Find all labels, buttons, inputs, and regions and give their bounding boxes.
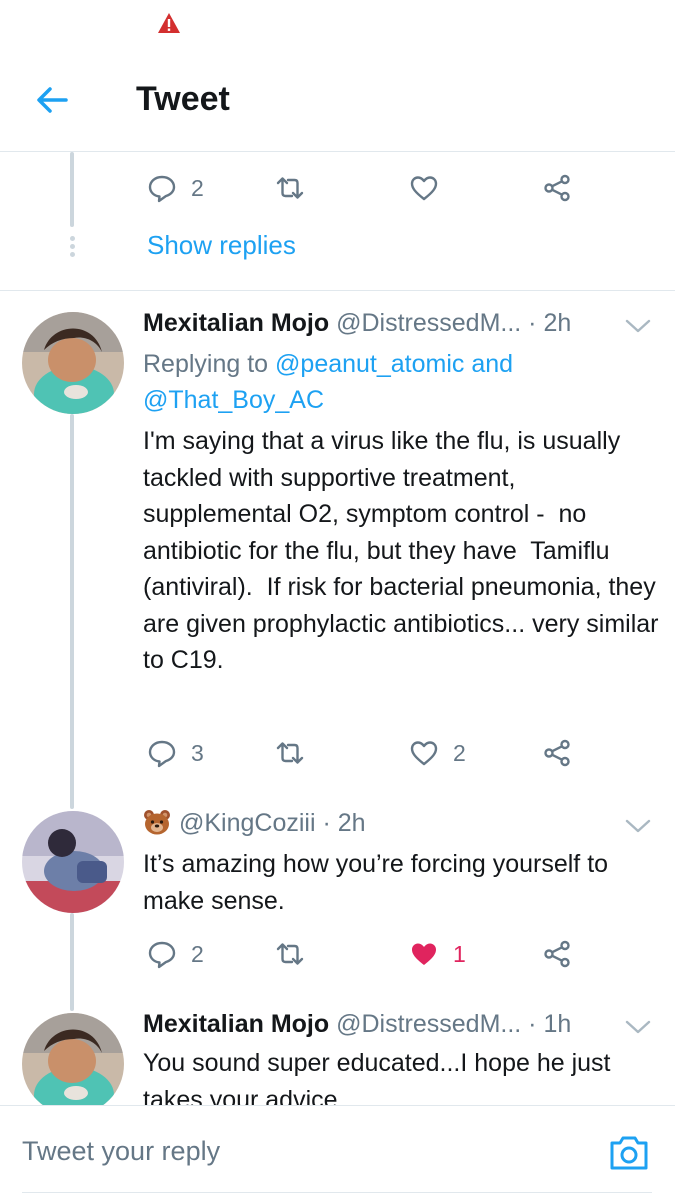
back-arrow-icon[interactable]: [32, 80, 72, 120]
like-count: 2: [453, 739, 466, 766]
timestamp: 2h: [543, 309, 572, 337]
tweet-header: Mexitalian Mojo @DistressedM... · 1h: [143, 1010, 571, 1039]
like-button[interactable]: [409, 168, 439, 208]
display-name[interactable]: Mexitalian Mojo: [143, 309, 329, 337]
reply-button[interactable]: 2: [147, 168, 204, 208]
tweet-header: @KingCoziii · 2h: [143, 809, 366, 838]
reply-icon: [148, 740, 176, 768]
share-icon: [544, 739, 570, 767]
share-button[interactable]: [542, 168, 572, 208]
share-button[interactable]: [542, 934, 572, 974]
chevron-down-icon[interactable]: [624, 1017, 652, 1037]
reply-composer: Tweet your reply: [0, 1105, 675, 1200]
avatar-image: [22, 1013, 124, 1115]
mention-and: and: [464, 350, 514, 378]
separator-dot: ·: [315, 809, 338, 837]
tweet-actions: 2 1: [147, 934, 607, 974]
like-icon: [410, 176, 438, 201]
retweet-icon: [276, 742, 304, 764]
avatar[interactable]: [22, 1013, 124, 1115]
user-handle[interactable]: @DistressedM...: [336, 309, 521, 337]
thread-line: [70, 414, 74, 809]
reply-count: 2: [191, 174, 204, 201]
chevron-down-icon[interactable]: [624, 316, 652, 336]
status-bar: [0, 0, 675, 50]
warning-icon: [158, 13, 180, 33]
timestamp: 2h: [337, 809, 366, 837]
divider: [0, 290, 675, 291]
avatar-image: [22, 312, 124, 414]
thread-line: [70, 152, 74, 227]
like-count: 1: [453, 940, 466, 967]
share-icon: [544, 940, 570, 968]
reply-input[interactable]: Tweet your reply: [22, 1136, 220, 1167]
timestamp: 1h: [543, 1010, 572, 1038]
reply-count: 2: [191, 940, 204, 967]
tweet-header: Mexitalian Mojo @DistressedM... · 2h: [143, 309, 571, 338]
tweet-text: It’s amazing how you’re forcing yourself…: [143, 850, 615, 915]
like-button[interactable]: 1: [409, 934, 466, 974]
separator-dot: ·: [521, 309, 544, 337]
user-handle[interactable]: @KingCoziii: [179, 809, 316, 837]
more-replies-dots: [70, 236, 76, 258]
retweet-icon: [276, 177, 304, 199]
display-name[interactable]: Mexitalian Mojo: [143, 1010, 329, 1038]
chevron-down-icon[interactable]: [624, 816, 652, 836]
user-handle[interactable]: @DistressedM...: [336, 1010, 521, 1038]
separator-dot: ·: [521, 1010, 544, 1038]
top-app-bar: Tweet: [0, 50, 675, 152]
show-replies-link[interactable]: Show replies: [147, 230, 296, 261]
mention-link[interactable]: @That_Boy_AC: [143, 386, 324, 414]
tweet-actions: 2: [147, 168, 607, 208]
avatar[interactable]: [22, 811, 124, 913]
reply-count: 3: [191, 739, 204, 766]
retweet-button[interactable]: [275, 733, 305, 773]
avatar[interactable]: [22, 312, 124, 414]
retweet-button[interactable]: [275, 168, 305, 208]
reply-icon: [148, 941, 176, 969]
liked-heart-icon: [412, 943, 436, 965]
like-button[interactable]: 2: [409, 733, 466, 773]
replying-to: Replying to @peanut_atomic and @That_Boy…: [143, 346, 643, 418]
retweet-icon: [276, 943, 304, 965]
reply-button[interactable]: 3: [147, 733, 204, 773]
avatar-image: [22, 811, 124, 913]
bear-emoji: [144, 810, 170, 835]
tweet-text: I'm saying that a virus like the flu, is…: [143, 427, 666, 674]
retweet-button[interactable]: [275, 934, 305, 974]
mention-link[interactable]: @peanut_atomic: [275, 350, 464, 378]
reply-underline: [22, 1192, 652, 1193]
share-button[interactable]: [542, 733, 572, 773]
replying-prefix: Replying to: [143, 350, 276, 378]
tweet-actions: 3 2: [147, 733, 607, 773]
reply-button[interactable]: 2: [147, 934, 204, 974]
share-icon: [544, 174, 570, 202]
camera-icon[interactable]: [607, 1131, 651, 1175]
page-title: Tweet: [136, 80, 230, 118]
thread-line: [70, 913, 74, 1011]
reply-icon: [148, 175, 176, 203]
like-icon: [410, 741, 438, 766]
